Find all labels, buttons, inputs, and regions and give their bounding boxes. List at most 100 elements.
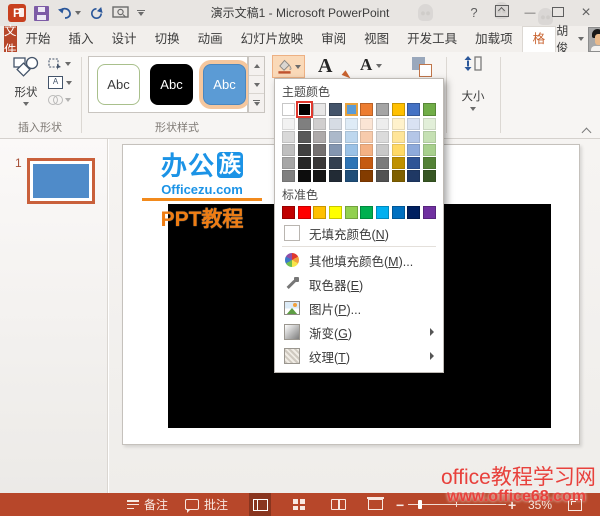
menu-item-picture[interactable]: 图片(P)...: [282, 296, 436, 320]
menu-item-texture[interactable]: 纹理(T): [282, 344, 436, 368]
theme-tint-swatch[interactable]: [328, 131, 342, 143]
theme-tint-swatch[interactable]: [313, 131, 327, 143]
theme-tint-swatch[interactable]: [328, 144, 342, 156]
theme-tint-swatch[interactable]: [360, 118, 374, 130]
undo-button[interactable]: [57, 6, 81, 20]
shape-style-chip-2[interactable]: Abc: [150, 64, 193, 105]
theme-tint-swatch[interactable]: [297, 131, 311, 143]
zoom-out-button[interactable]: −: [396, 493, 404, 516]
theme-tint-swatch[interactable]: [344, 131, 358, 143]
theme-tint-swatch[interactable]: [328, 118, 342, 130]
theme-color-swatch[interactable]: [282, 103, 295, 116]
theme-tint-swatch[interactable]: [422, 131, 436, 143]
normal-view-button[interactable]: [249, 493, 271, 516]
tab-视图[interactable]: 视图: [355, 26, 398, 52]
gallery-more-button[interactable]: [249, 94, 264, 112]
theme-tint-swatch[interactable]: [391, 144, 405, 156]
slide-sorter-view-button[interactable]: [288, 493, 310, 516]
theme-color-swatch[interactable]: [391, 103, 405, 116]
gallery-scroll-down[interactable]: [249, 76, 264, 95]
ribbon-display-options-button[interactable]: [488, 0, 516, 26]
tab-幻灯片放映[interactable]: 幻灯片放映: [232, 26, 313, 52]
menu-item-more-fill-colors[interactable]: 其他填充颜色(M)...: [282, 248, 436, 272]
reading-view-button[interactable]: [327, 493, 349, 516]
theme-tint-swatch[interactable]: [344, 157, 358, 169]
theme-tint-swatch[interactable]: [344, 144, 358, 156]
shape-style-chip-3[interactable]: Abc: [203, 64, 246, 105]
tab-审阅[interactable]: 审阅: [312, 26, 355, 52]
theme-color-swatch[interactable]: [360, 103, 374, 116]
theme-tint-swatch[interactable]: [375, 170, 389, 182]
tab-动画[interactable]: 动画: [189, 26, 232, 52]
user-account[interactable]: 胡俊: [556, 24, 600, 55]
theme-tint-swatch[interactable]: [391, 118, 405, 130]
theme-tint-swatch[interactable]: [282, 144, 295, 156]
redo-icon[interactable]: [89, 6, 104, 21]
edit-shape-button[interactable]: [48, 58, 72, 70]
slide-thumbnail[interactable]: [27, 158, 95, 204]
save-icon[interactable]: [34, 5, 49, 21]
tab-插入[interactable]: 插入: [60, 26, 103, 52]
standard-color-swatch[interactable]: [313, 206, 327, 219]
theme-tint-swatch[interactable]: [328, 157, 342, 169]
minimize-button[interactable]: —: [516, 0, 544, 26]
theme-tint-swatch[interactable]: [422, 118, 436, 130]
theme-tint-swatch[interactable]: [328, 170, 342, 182]
theme-tint-swatch[interactable]: [313, 144, 327, 156]
standard-color-swatch[interactable]: [297, 206, 311, 219]
help-button[interactable]: ?: [460, 0, 488, 26]
collapse-ribbon-button[interactable]: [582, 126, 590, 134]
theme-tint-swatch[interactable]: [422, 170, 436, 182]
theme-color-swatch[interactable]: [328, 103, 342, 116]
theme-tint-swatch[interactable]: [375, 131, 389, 143]
theme-tint-swatch[interactable]: [297, 157, 311, 169]
menu-item-gradient[interactable]: 渐变(G): [282, 320, 436, 344]
text-box-button[interactable]: A: [48, 76, 72, 89]
customize-qat-button[interactable]: [137, 9, 145, 17]
tab-开发工具[interactable]: 开发工具: [398, 26, 466, 52]
tab-format-active[interactable]: 格式: [521, 26, 557, 70]
tab-加载项[interactable]: 加载项: [466, 26, 522, 52]
tab-开始[interactable]: 开始: [17, 26, 60, 52]
comments-button[interactable]: 批注: [185, 493, 228, 516]
theme-tint-swatch[interactable]: [297, 170, 311, 182]
theme-tint-swatch[interactable]: [407, 170, 421, 182]
tab-设计[interactable]: 设计: [103, 26, 146, 52]
standard-color-swatch[interactable]: [422, 206, 436, 219]
zoom-slider-thumb[interactable]: [418, 500, 422, 509]
tab-切换[interactable]: 切换: [146, 26, 189, 52]
standard-color-swatch[interactable]: [407, 206, 421, 219]
standard-color-swatch[interactable]: [328, 206, 342, 219]
theme-tint-swatch[interactable]: [422, 157, 436, 169]
standard-color-swatch[interactable]: [344, 206, 358, 219]
menu-item-no-fill[interactable]: 无填充颜色(N): [282, 221, 436, 245]
theme-color-swatch[interactable]: [313, 103, 327, 116]
theme-tint-swatch[interactable]: [297, 144, 311, 156]
theme-color-swatch[interactable]: [407, 103, 421, 116]
theme-tint-swatch[interactable]: [344, 170, 358, 182]
theme-tint-swatch[interactable]: [313, 170, 327, 182]
theme-tint-swatch[interactable]: [407, 144, 421, 156]
theme-color-swatch[interactable]: [344, 103, 358, 116]
user-dropdown-caret[interactable]: [578, 37, 585, 41]
theme-tint-swatch[interactable]: [360, 157, 374, 169]
theme-tint-swatch[interactable]: [391, 157, 405, 169]
standard-color-swatch[interactable]: [375, 206, 389, 219]
theme-tint-swatch[interactable]: [375, 144, 389, 156]
theme-tint-swatch[interactable]: [282, 157, 295, 169]
standard-color-swatch[interactable]: [282, 206, 295, 219]
theme-tint-swatch[interactable]: [360, 170, 374, 182]
theme-color-swatch[interactable]: [422, 103, 436, 116]
theme-tint-swatch[interactable]: [282, 118, 295, 130]
undo-dropdown-caret[interactable]: [75, 11, 81, 15]
shapes-dropdown-caret[interactable]: [23, 102, 29, 106]
theme-tint-swatch[interactable]: [375, 157, 389, 169]
theme-color-swatch[interactable]: [297, 103, 311, 116]
theme-tint-swatch[interactable]: [407, 118, 421, 130]
slideshow-view-button[interactable]: [364, 493, 386, 516]
theme-tint-swatch[interactable]: [391, 170, 405, 182]
gallery-scroll-up[interactable]: [249, 57, 264, 76]
theme-color-swatch[interactable]: [375, 103, 389, 116]
notes-button[interactable]: 备注: [127, 493, 168, 516]
theme-tint-swatch[interactable]: [297, 118, 311, 130]
